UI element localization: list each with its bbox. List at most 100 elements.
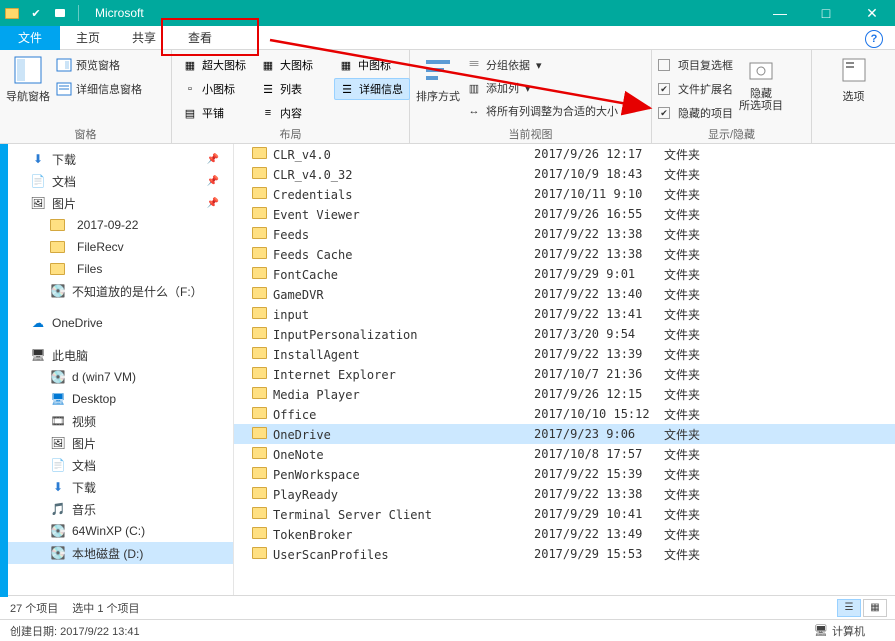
file-row[interactable]: OneDrive2017/9/23 9:06文件夹 [234, 424, 895, 444]
options-button[interactable]: 选项 [838, 54, 870, 104]
file-date: 2017/9/22 13:38 [534, 247, 664, 261]
folder-icon [252, 147, 267, 159]
file-date: 2017/9/22 13:49 [534, 527, 664, 541]
tab-share[interactable]: 共享 [116, 26, 172, 50]
folder-icon [252, 547, 267, 559]
file-row[interactable]: Credentials2017/10/11 9:10文件夹 [234, 184, 895, 204]
file-row[interactable]: Feeds2017/9/22 13:38文件夹 [234, 224, 895, 244]
file-row[interactable]: InputPersonalization2017/3/20 9:54文件夹 [234, 324, 895, 344]
close-button[interactable]: ✕ [849, 0, 895, 26]
file-row[interactable]: UserScanProfiles2017/9/29 15:53文件夹 [234, 544, 895, 564]
folder-icon [252, 367, 267, 379]
file-row[interactable]: FontCache2017/9/29 9:01文件夹 [234, 264, 895, 284]
layout-content[interactable]: ≡内容 [256, 102, 332, 124]
file-type: 文件夹 [664, 326, 744, 343]
sidebar-desktop[interactable]: 🖥Desktop [0, 388, 233, 410]
tab-file[interactable]: 文件 [0, 26, 60, 50]
file-date: 2017/9/23 9:06 [534, 427, 664, 441]
folder-icon [252, 287, 267, 299]
picture-icon: 🖼 [50, 435, 66, 451]
file-row[interactable]: input2017/9/22 13:41文件夹 [234, 304, 895, 324]
navigation-pane-button[interactable]: 导航窗格 [6, 54, 50, 104]
sidebar-files[interactable]: Files [0, 258, 233, 280]
preview-pane-button[interactable]: 预览窗格 [56, 54, 142, 76]
file-row[interactable]: GameDVR2017/9/22 13:40文件夹 [234, 284, 895, 304]
checkbox-hidden-items[interactable]: 隐藏的项目 [658, 102, 733, 124]
sidebar-documents2[interactable]: 📄文档 [0, 454, 233, 476]
add-columns-button[interactable]: ▥添加列▾ [466, 77, 618, 99]
sidebar-date-folder[interactable]: 2017-09-22 [0, 214, 233, 236]
file-name: CLR_v4.0 [273, 148, 331, 162]
file-name: Internet Explorer [273, 368, 396, 382]
file-date: 2017/10/10 15:12 [534, 407, 664, 421]
file-name: PenWorkspace [273, 468, 360, 482]
file-row[interactable]: Media Player2017/9/26 12:15文件夹 [234, 384, 895, 404]
checkbox-file-extensions[interactable]: 文件扩展名 [658, 78, 733, 100]
file-row[interactable]: InstallAgent2017/9/22 13:39文件夹 [234, 344, 895, 364]
file-name: PlayReady [273, 488, 338, 502]
created-date: 创建日期: 2017/9/22 13:41 [10, 623, 140, 639]
hide-selected-button[interactable]: 隐藏 所选项目 [739, 54, 783, 112]
minimize-button[interactable]: — [757, 0, 803, 26]
file-date: 2017/3/20 9:54 [534, 327, 664, 341]
maximize-button[interactable]: □ [803, 0, 849, 26]
file-row[interactable]: Feeds Cache2017/9/22 13:38文件夹 [234, 244, 895, 264]
tab-home[interactable]: 主页 [60, 26, 116, 50]
file-type: 文件夹 [664, 286, 744, 303]
view-icons-toggle[interactable]: ▦ [863, 599, 887, 617]
folder-icon [252, 467, 267, 479]
details-pane-button[interactable]: 详细信息窗格 [56, 78, 142, 100]
view-details-toggle[interactable]: ☰ [837, 599, 861, 617]
file-name: Credentials [273, 188, 352, 202]
sidebar-documents[interactable]: 📄文档📌 [0, 170, 233, 192]
file-type: 文件夹 [664, 306, 744, 323]
nav-sidebar[interactable]: ⬇下载📌 📄文档📌 🖼图片📌 2017-09-22 FileRecv Files… [0, 144, 234, 595]
fit-columns-button[interactable]: ↔将所有列调整为合适的大小 [466, 100, 618, 122]
file-type: 文件夹 [664, 206, 744, 223]
file-list[interactable]: CLR_v4.02017/9/26 12:17文件夹CLR_v4.0_32201… [234, 144, 895, 595]
sidebar-video[interactable]: 🎞视频 [0, 410, 233, 432]
file-row[interactable]: Office2017/10/10 15:12文件夹 [234, 404, 895, 424]
file-name: InstallAgent [273, 348, 360, 362]
folder-icon [252, 487, 267, 499]
sidebar-pictures[interactable]: 🖼图片📌 [0, 192, 233, 214]
sidebar-onedrive[interactable]: ☁OneDrive [0, 312, 233, 334]
layout-xlarge[interactable]: ▦超大图标 [178, 54, 254, 76]
file-row[interactable]: CLR_v4.02017/9/26 12:17文件夹 [234, 144, 895, 164]
file-row[interactable]: TokenBroker2017/9/22 13:49文件夹 [234, 524, 895, 544]
file-row[interactable]: Terminal Server Client2017/9/29 10:41文件夹 [234, 504, 895, 524]
group-layout-label: 布局 [172, 127, 409, 143]
sidebar-filerecv[interactable]: FileRecv [0, 236, 233, 258]
file-row[interactable]: PenWorkspace2017/9/22 15:39文件夹 [234, 464, 895, 484]
info-bar: 创建日期: 2017/9/22 13:41 🖥 计算机 [0, 619, 895, 641]
layout-details[interactable]: ☰详细信息 [334, 78, 410, 100]
file-row[interactable]: CLR_v4.0_322017/10/9 18:43文件夹 [234, 164, 895, 184]
file-row[interactable]: OneNote2017/10/8 17:57文件夹 [234, 444, 895, 464]
file-row[interactable]: Internet Explorer2017/10/7 21:36文件夹 [234, 364, 895, 384]
sidebar-pictures2[interactable]: 🖼图片 [0, 432, 233, 454]
sidebar-c-drive[interactable]: 💽64WinXP (C:) [0, 520, 233, 542]
onedrive-icon: ☁ [30, 315, 46, 331]
folder-icon [252, 167, 267, 179]
help-button[interactable]: ? [865, 30, 883, 48]
tab-view[interactable]: 查看 [172, 26, 228, 50]
sidebar-music[interactable]: 🎵音乐 [0, 498, 233, 520]
file-row[interactable]: Event Viewer2017/9/26 16:55文件夹 [234, 204, 895, 224]
sidebar-downloads2[interactable]: ⬇下载 [0, 476, 233, 498]
sidebar-win7vm[interactable]: 💽d (win7 VM) [0, 366, 233, 388]
sidebar-unknown-drive[interactable]: 💽不知道放的是什么（F:） [0, 280, 233, 302]
sidebar-this-pc[interactable]: 🖥此电脑 [0, 344, 233, 366]
layout-list[interactable]: ☰列表 [256, 78, 332, 100]
file-row[interactable]: PlayReady2017/9/22 13:38文件夹 [234, 484, 895, 504]
sidebar-downloads[interactable]: ⬇下载📌 [0, 148, 233, 170]
qat-overflow-icon[interactable] [52, 5, 68, 21]
group-by-button[interactable]: 𝄘分组依据▾ [466, 54, 618, 76]
checkbox-item-checkboxes[interactable]: 项目复选框 [658, 54, 733, 76]
sidebar-d-drive[interactable]: 💽本地磁盘 (D:) [0, 542, 233, 564]
layout-large[interactable]: ▦大图标 [256, 54, 332, 76]
sort-by-button[interactable]: 排序方式 [416, 54, 460, 104]
layout-tiles[interactable]: ▤平铺 [178, 102, 254, 124]
hide-selected-icon [745, 54, 777, 86]
layout-small[interactable]: ▫小图标 [178, 78, 254, 100]
layout-medium[interactable]: ▦中图标 [334, 54, 410, 76]
